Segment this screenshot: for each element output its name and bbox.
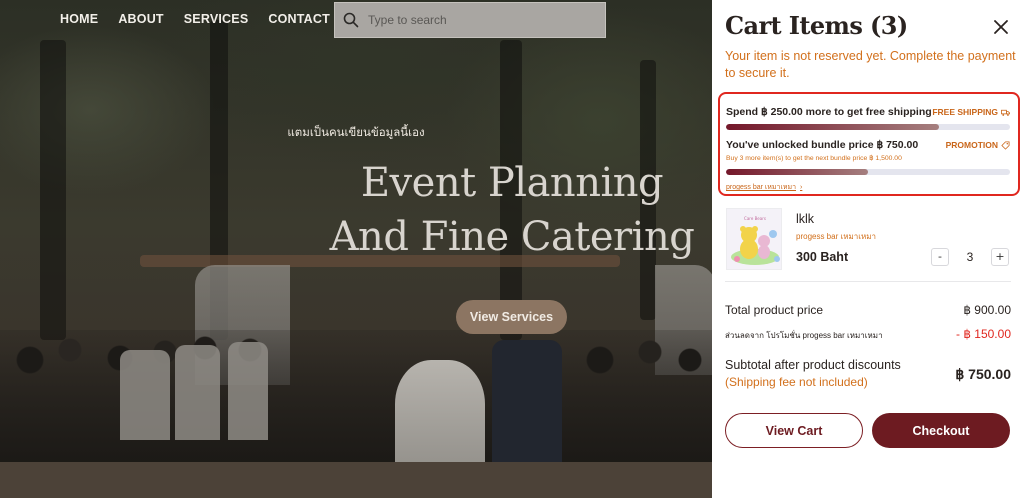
cart-title: Cart Items (3) bbox=[725, 11, 908, 40]
total-price-row: Total product price ฿ 900.00 bbox=[725, 303, 1011, 317]
truck-icon bbox=[1001, 109, 1010, 116]
free-shipping-tag-label: FREE SHIPPING bbox=[932, 107, 998, 117]
quantity-value: 3 bbox=[966, 250, 974, 264]
free-shipping-row: Spend ฿ 250.00 more to get free shipping… bbox=[726, 106, 1010, 118]
search-input[interactable] bbox=[368, 13, 588, 27]
product-thumbnail[interactable]: Care Bears bbox=[726, 208, 782, 270]
divider bbox=[725, 281, 1011, 282]
free-shipping-tag: FREE SHIPPING bbox=[932, 107, 1010, 117]
tag-icon bbox=[1001, 140, 1010, 150]
product-name[interactable]: lklk bbox=[796, 212, 814, 226]
decrease-quantity-button[interactable]: - bbox=[931, 248, 949, 266]
quantity-stepper: - 3 + bbox=[931, 248, 1009, 266]
bundle-row: You've unlocked bundle price ฿ 750.00 PR… bbox=[726, 139, 1010, 162]
promotion-progress-box: Spend ฿ 250.00 more to get free shipping… bbox=[718, 92, 1020, 196]
nav-about[interactable]: ABOUT bbox=[118, 12, 163, 26]
reservation-notice: Your item is not reserved yet. Complete … bbox=[725, 49, 1016, 80]
checkout-button[interactable]: Checkout bbox=[872, 413, 1010, 448]
nav-contact[interactable]: CONTACT bbox=[268, 12, 330, 26]
cart-drawer: Cart Items (3) Your item is not reserved… bbox=[712, 0, 1024, 498]
progress-bar-link[interactable]: progess bar เหมาเหมา › bbox=[726, 182, 802, 193]
promotion-tag-label: PROMOTION bbox=[945, 140, 998, 150]
bride-figure bbox=[395, 360, 485, 470]
total-price-value: ฿ 900.00 bbox=[963, 303, 1011, 317]
image-caption-text: Care Bears bbox=[744, 216, 766, 221]
chevron-right-icon: › bbox=[800, 184, 803, 191]
discount-value: - ฿ 150.00 bbox=[955, 327, 1011, 341]
progress-bar-link-label: progess bar เหมาเหมา bbox=[726, 184, 797, 191]
search-bar bbox=[334, 2, 606, 38]
promotion-tag: PROMOTION bbox=[946, 140, 1010, 150]
subtotal-value: ฿ 750.00 bbox=[955, 366, 1011, 382]
close-icon bbox=[994, 20, 1008, 34]
bundle-sub-message: Buy 3 more item(s) to get the next bundl… bbox=[726, 155, 902, 162]
hero-title-line-1: Event Planning bbox=[360, 160, 664, 206]
increase-quantity-button[interactable]: + bbox=[991, 248, 1009, 266]
close-cart-button[interactable] bbox=[990, 16, 1012, 38]
hero-bottom-bar bbox=[0, 462, 712, 498]
product-price: 300 Baht bbox=[796, 250, 849, 264]
free-shipping-progress-fill bbox=[726, 124, 939, 130]
search-icon[interactable] bbox=[343, 12, 359, 28]
guest-figure bbox=[120, 350, 170, 440]
hero-title: Event Planning And Fine Catering bbox=[316, 156, 708, 264]
hero-title-line-2: And Fine Catering bbox=[329, 214, 695, 260]
tree-trunk bbox=[40, 40, 66, 340]
bundle-progress-bar bbox=[726, 169, 1010, 175]
discount-row: ส่วนลดจาก โปรโมชั่น progess bar เหมาเหมา… bbox=[725, 327, 1011, 342]
view-services-button[interactable]: View Services bbox=[456, 300, 567, 334]
nav-services[interactable]: SERVICES bbox=[184, 12, 249, 26]
subtotal-row: Subtotal after product discounts (Shippi… bbox=[725, 357, 1011, 391]
care-bears-image: Care Bears bbox=[727, 209, 781, 269]
guest-crowd bbox=[0, 330, 712, 470]
guest-figure bbox=[228, 342, 268, 440]
bundle-progress-fill bbox=[726, 169, 868, 175]
view-cart-button[interactable]: View Cart bbox=[725, 413, 863, 448]
groom-figure bbox=[492, 340, 562, 470]
guest-figure bbox=[175, 345, 220, 440]
product-promo-tag: progess bar เหมาเหมา bbox=[796, 232, 877, 241]
nav-home[interactable]: HOME bbox=[60, 12, 98, 26]
main-nav: HOME ABOUT SERVICES CONTACT bbox=[60, 12, 330, 26]
hero-kicker: แตมเป็นคนเขียนข้อมูลนี้เอง bbox=[287, 125, 425, 139]
free-shipping-progress-bar bbox=[726, 124, 1010, 130]
